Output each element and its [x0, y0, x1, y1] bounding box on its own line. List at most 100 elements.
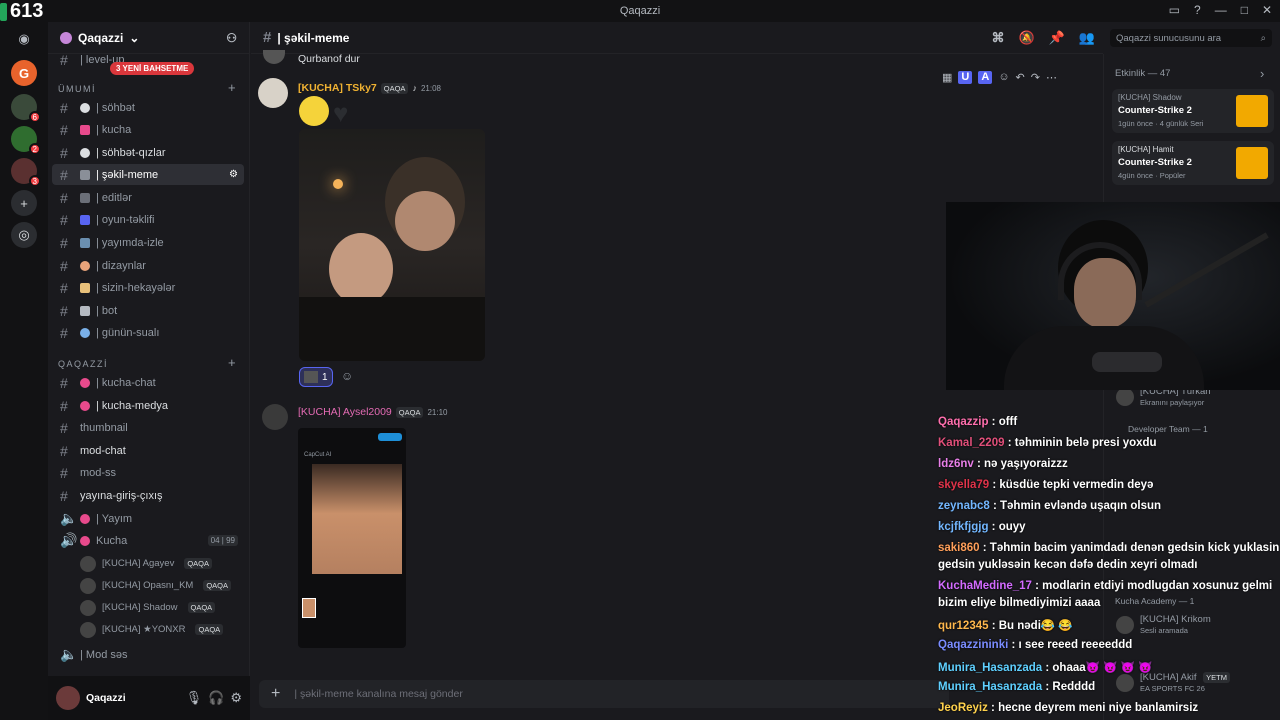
add-channel-icon[interactable]: + — [228, 80, 236, 95]
chat-username[interactable]: kcjfkfjgjg — [938, 521, 988, 533]
live-indicator-icon — [0, 2, 7, 21]
chat-username[interactable]: saki860 — [938, 542, 980, 554]
channel-sekil-meme[interactable]: # | şəkil-meme ⚙ — [52, 164, 244, 185]
reaction-sticker-icon[interactable]: ▦ — [942, 71, 952, 84]
voice-user[interactable]: [KUCHA] ★YONXR QAQA — [72, 619, 244, 640]
notification-bell-icon[interactable]: 🔕 — [1018, 30, 1034, 46]
channel-sohbet-qizlar[interactable]: # | söhbət-qızlar — [52, 142, 244, 163]
add-channel-icon-2[interactable]: + — [228, 355, 236, 370]
members-list-icon[interactable]: 👥 — [1079, 30, 1095, 46]
user-settings-icon[interactable]: ⚙ — [230, 690, 242, 706]
channel-thumbnail[interactable]: # thumbnail — [52, 417, 244, 438]
new-mentions-pill[interactable]: 3 YENİ BAHSETME — [110, 62, 195, 75]
server-avatar-1[interactable]: 6 — [11, 94, 41, 123]
voice-user[interactable]: [KUCHA] Shadow QAQA — [72, 597, 244, 618]
channel-mod-ss[interactable]: # mod-ss — [52, 462, 244, 483]
chat-message: saki860 : Təhmin bacim yanimdadı denən g… — [938, 542, 1280, 554]
chevron-right-icon[interactable]: › — [1260, 66, 1264, 81]
maximize-icon[interactable]: □ — [1241, 3, 1248, 17]
add-reaction-icon[interactable]: ☺ — [998, 71, 1009, 84]
help-icon[interactable]: ? — [1194, 3, 1201, 17]
channel-settings-icon[interactable]: ⚙ — [229, 169, 238, 180]
chat-username[interactable]: KuchaMedine_17 — [938, 580, 1032, 592]
message-time: 21:08 — [420, 83, 441, 93]
channel-kucha-chat[interactable]: # | kucha-chat — [52, 372, 244, 393]
chat-username[interactable]: ldz6nv — [938, 458, 974, 470]
server-avatar-3[interactable]: 3 — [11, 158, 41, 187]
channel-sohbet[interactable]: # | söhbət — [52, 97, 244, 118]
chat-username[interactable]: qur12345 — [938, 620, 989, 632]
voice-user[interactable]: [KUCHA] Agayev QAQA — [72, 553, 244, 574]
chat-username[interactable]: Qaqazzip — [938, 416, 988, 428]
channel-mod-chat[interactable]: # mod-chat — [52, 440, 244, 461]
pin-icon[interactable]: 📌 — [1049, 30, 1065, 46]
inbox-icon[interactable]: ▭ — [1169, 3, 1180, 17]
forward-icon[interactable]: ↷ — [1031, 71, 1040, 84]
channel-gunun-suali[interactable]: # | günün-sualı — [52, 322, 244, 343]
letter-u-icon[interactable]: U — [958, 71, 973, 84]
user-avatar[interactable] — [56, 686, 80, 710]
channel-kucha-medya[interactable]: # | kucha-medya — [52, 395, 244, 416]
chat-text: : təhminin belə presi yoxdu — [1004, 437, 1157, 449]
add-server-icon[interactable]: + — [11, 190, 37, 216]
avatar[interactable] — [258, 78, 288, 108]
chat-text: : nə yaşıyoraizzz — [973, 458, 1068, 470]
voice-channel-kucha[interactable]: 🔊 Kucha 04 | 99 — [52, 530, 244, 551]
emoji-face-icon — [299, 96, 329, 126]
voice-channel-yayim[interactable]: 🔈 | Yayım — [52, 508, 244, 529]
chevron-down-icon: ⌄ — [129, 30, 140, 45]
channel-yayimda-izle[interactable]: # | yayımda-izle — [52, 232, 244, 253]
speaker-icon: 🔈 — [60, 646, 78, 662]
close-icon[interactable]: ✕ — [1262, 3, 1272, 17]
add-reaction-icon[interactable]: ☺ — [341, 369, 353, 383]
server-avatar-2[interactable]: 2 — [11, 126, 41, 155]
discord-home-icon[interactable]: ◉ — [11, 26, 37, 52]
attach-plus-icon[interactable]: + — [271, 685, 280, 703]
composer-input[interactable]: | şəkil-meme kanalına mesaj gönder — [294, 688, 462, 700]
channel-kucha[interactable]: # | kucha — [52, 119, 244, 140]
category-qaqazzi[interactable]: QAQAZZİ — [58, 359, 108, 369]
minimize-icon[interactable]: — — [1215, 3, 1227, 17]
chat-username[interactable]: Kamal_2209 — [938, 437, 1005, 449]
message-author[interactable]: [KUCHA] TSky7 — [298, 82, 377, 94]
threads-icon[interactable]: ⌘ — [991, 30, 1004, 46]
streamer-webcam — [946, 202, 1280, 390]
server-g-icon[interactable]: G — [11, 60, 37, 86]
discover-icon[interactable]: ◎ — [11, 222, 37, 248]
reaction-chip[interactable]: 1 — [299, 367, 333, 387]
avatar[interactable] — [262, 404, 288, 430]
microphone-icon[interactable]: 🎙 — [186, 690, 203, 706]
message-image[interactable]: CapCut AI — [298, 428, 406, 648]
letter-a-icon[interactable]: A — [978, 71, 993, 84]
channel-yayina-giris-cixis[interactable]: # yayına-giriş-çıxış — [52, 485, 244, 506]
channel-oyun-teklifi[interactable]: # | oyun-təklifi — [52, 209, 244, 230]
message-text: Qurbanof dur — [298, 53, 360, 65]
message-image[interactable] — [299, 129, 485, 361]
chat-username[interactable]: Munira_Hasanzada — [938, 662, 1042, 674]
chat-message: skyella79 : küsdüe tepki vermedin deyə — [938, 479, 1153, 491]
channel-bot[interactable]: # | bot — [52, 300, 244, 321]
channel-sizin-hekayeler[interactable]: # | sizin-hekayələr — [52, 277, 244, 298]
more-options-icon[interactable]: ⋯ — [1046, 71, 1057, 84]
search-input[interactable]: Qaqazzi sunucusunu ara ⌕ — [1110, 29, 1272, 47]
message-composer[interactable]: + | şəkil-meme kanalına mesaj gönder — [259, 680, 949, 708]
chat-username[interactable]: JeoReyiz — [938, 702, 988, 714]
chat-username[interactable]: Qaqazzininki — [938, 639, 1008, 651]
activity-card[interactable]: [KUCHA] Shadow Counter-Strike 2 1gün önc… — [1112, 89, 1274, 133]
chat-message: bizim eliye bilmediyimizi aaaa — [938, 597, 1100, 609]
reply-icon[interactable]: ↶ — [1016, 71, 1025, 84]
category-umumi[interactable]: ÜMUMİ — [58, 84, 96, 94]
invite-icon[interactable]: ⚇ — [226, 31, 237, 45]
headphones-icon[interactable]: 🎧 — [208, 690, 224, 706]
voice-user[interactable]: [KUCHA] Opasnı_KM QAQA — [72, 575, 244, 596]
message-author[interactable]: [KUCHA] Aysel2009 — [298, 406, 392, 418]
chat-username[interactable]: zeynabc8 — [938, 500, 990, 512]
channel-dizaynlar[interactable]: # | dizaynlar — [52, 255, 244, 276]
voice-channel-mod-ses[interactable]: 🔈 | Mod səs — [52, 644, 244, 665]
chat-username[interactable]: skyella79 — [938, 479, 989, 491]
chat-text: : offf — [988, 416, 1018, 428]
chat-message: ldz6nv : nə yaşıyoraizzz — [938, 458, 1068, 470]
chat-username[interactable]: Munira_Hasanzada — [938, 681, 1042, 693]
channel-editler[interactable]: # | editlər — [52, 187, 244, 208]
activity-card[interactable]: [KUCHA] Hamit Counter-Strike 2 4gün önce… — [1112, 141, 1274, 185]
